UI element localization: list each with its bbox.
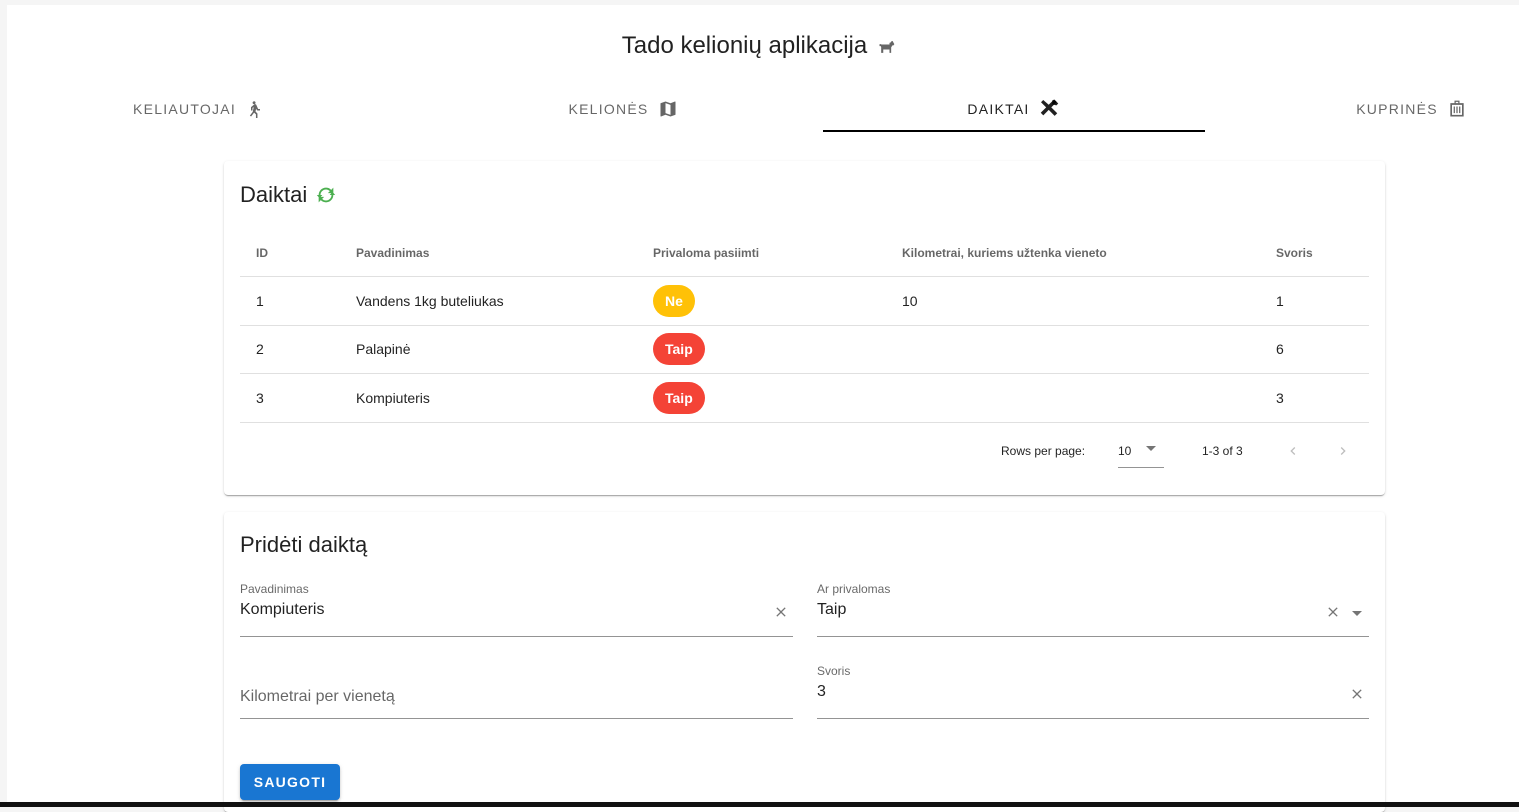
table-row[interactable]: 3 Kompiuteris Taip 3 (240, 373, 1369, 423)
close-icon[interactable] (1325, 604, 1341, 620)
table-row[interactable]: 2 Palapinė Taip 6 (240, 325, 1369, 374)
app-header: Tado kelionių aplikacija (0, 30, 1519, 62)
cell-km (886, 325, 1260, 374)
column-header[interactable]: Svoris (1260, 229, 1369, 277)
app-title: Tado kelionių aplikacija (621, 32, 868, 59)
add-item-title: Pridėti daiktą (240, 532, 368, 557)
cell-km (886, 373, 1260, 423)
weight-field-value[interactable]: 3 (817, 683, 826, 701)
items-card-title: Daiktai (240, 182, 337, 208)
cell-required: Ne (637, 276, 886, 326)
tab-label: Kuprinės (1356, 101, 1438, 117)
map-icon (660, 101, 676, 117)
tab-label: Daiktai (967, 101, 1030, 117)
required-select[interactable]: Ar privalomas Taip (817, 580, 1369, 637)
cell-id: 2 (240, 325, 340, 374)
status-chip: Taip (653, 333, 705, 366)
rows-per-page-select[interactable]: 10 (1118, 435, 1164, 468)
required-select-value[interactable]: Taip (817, 601, 846, 619)
chevron-down-icon[interactable] (1352, 611, 1362, 616)
tab-keliautojai[interactable]: Keliautojai (7, 85, 389, 133)
chevron-left-icon (1290, 447, 1296, 455)
km-field-placeholder[interactable]: Kilometrai per vienetą (240, 688, 395, 706)
close-icon[interactable] (773, 604, 789, 620)
cell-name: Vandens 1kg buteliukas (340, 276, 637, 326)
cell-required: Taip (637, 325, 886, 374)
save-button[interactable]: SAUGOTI (240, 764, 340, 800)
next-page-button[interactable] (1331, 439, 1355, 463)
table-footer: Rows per page: 10 1-3 of 3 (240, 423, 1369, 479)
column-header[interactable]: Privaloma pasiimti (637, 229, 886, 277)
km-field[interactable]: Kilometrai per vienetą (240, 662, 793, 719)
column-header[interactable]: ID (240, 229, 340, 277)
name-field-value[interactable]: Kompiuteris (240, 601, 324, 619)
cell-name: Palapinė (340, 325, 637, 374)
cell-weight: 6 (1260, 325, 1369, 374)
tools-icon (1040, 99, 1058, 116)
cell-id: 1 (240, 276, 340, 326)
add-item-card: Pridėti daiktą Pavadinimas Kompiuteris A… (224, 512, 1385, 812)
rows-per-page-value: 10 (1118, 444, 1132, 458)
walk-icon (249, 101, 260, 118)
chevron-down-icon (1146, 446, 1156, 451)
bag-icon (1450, 100, 1464, 117)
status-chip: Taip (653, 381, 705, 414)
column-header[interactable]: Pavadinimas (340, 229, 637, 277)
cell-weight: 1 (1260, 276, 1369, 326)
tab-label: Kelionės (568, 101, 649, 117)
chevron-right-icon (1340, 447, 1346, 455)
status-chip: Ne (653, 284, 695, 317)
table-row[interactable]: 1 Vandens 1kg buteliukas Ne 10 1 (240, 276, 1369, 326)
name-field[interactable]: Pavadinimas Kompiuteris (240, 580, 793, 637)
tab-bar: Keliautojai Kelionės Daiktai Kuprinės (7, 85, 1519, 133)
name-field-label: Pavadinimas (240, 582, 309, 596)
items-card: Daiktai ID Pavadinimas Privaloma pasiimt… (224, 161, 1385, 495)
required-select-label: Ar privalomas (817, 582, 891, 596)
cell-id: 3 (240, 373, 340, 423)
items-table: ID Pavadinimas Privaloma pasiimti Kilome… (240, 229, 1369, 423)
cell-required: Taip (637, 373, 886, 423)
table-header-row: ID Pavadinimas Privaloma pasiimti Kilome… (240, 229, 1369, 277)
refresh-icon[interactable] (315, 184, 337, 206)
tab-keliones[interactable]: Kelionės (432, 85, 814, 133)
tab-kuprines[interactable]: Kuprinės (1249, 85, 1519, 133)
cell-weight: 3 (1260, 373, 1369, 423)
tab-active-indicator (823, 130, 1205, 132)
bottom-band (0, 802, 1519, 807)
tab-daiktai[interactable]: Daiktai (823, 85, 1205, 133)
column-header[interactable]: Kilometrai, kuriems užtenka vieneto (886, 229, 1260, 277)
cell-km: 10 (886, 276, 1260, 326)
prev-page-button[interactable] (1281, 439, 1305, 463)
tab-label: Keliautojai (133, 101, 236, 117)
cell-name: Kompiuteris (340, 373, 637, 423)
weight-field-label: Svoris (817, 664, 851, 678)
rows-per-page-label: Rows per page: (1001, 444, 1086, 458)
page-range: 1-3 of 3 (1202, 444, 1243, 458)
weight-field[interactable]: Svoris 3 (817, 662, 1369, 719)
close-icon[interactable] (1349, 686, 1365, 702)
dog-icon (879, 41, 895, 53)
